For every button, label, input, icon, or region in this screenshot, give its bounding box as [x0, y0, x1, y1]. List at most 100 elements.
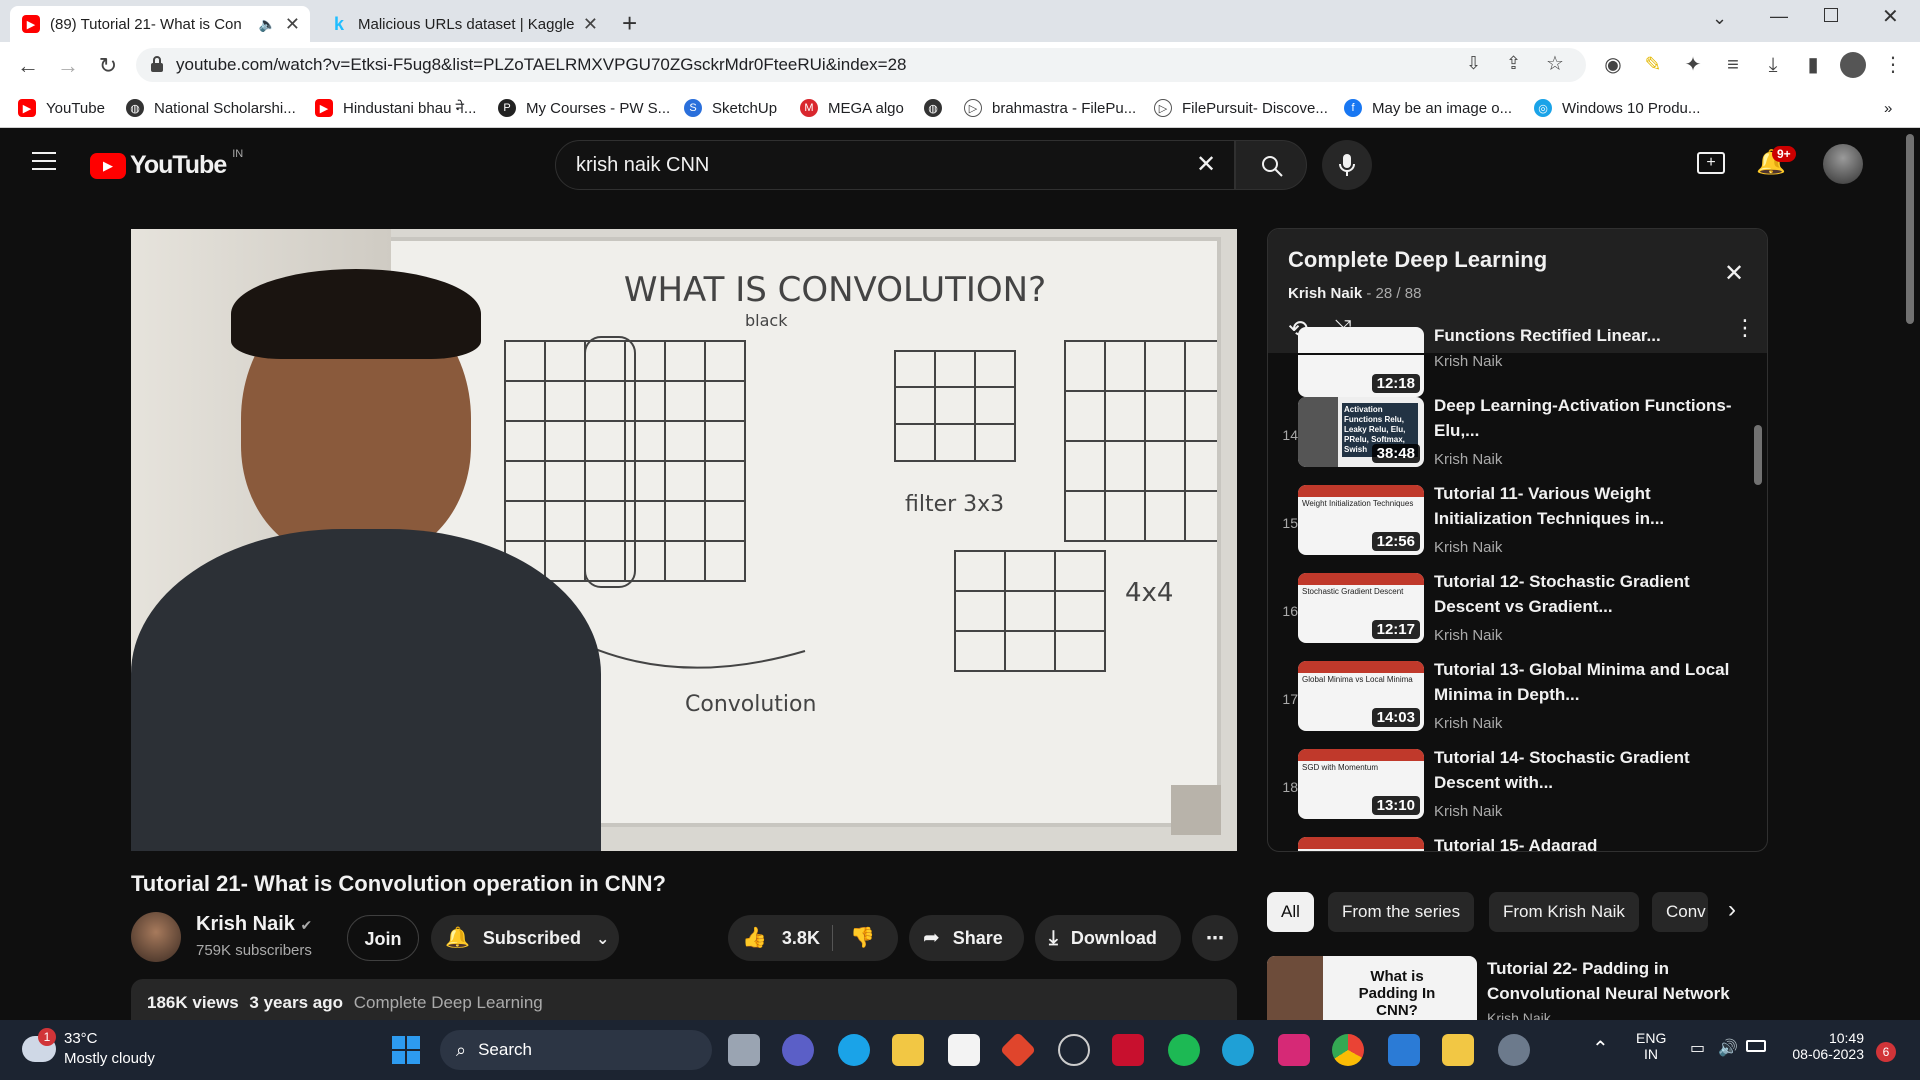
teams-chat-icon[interactable]	[782, 1034, 814, 1066]
description-box[interactable]: 186K views 3 years ago Complete Deep Lea…	[131, 979, 1237, 1020]
bookmark-mega[interactable]: M MEGA algo	[800, 96, 904, 120]
playlist-item[interactable]: 16 Stochastic Gradient Descent 12:17 Tuto…	[1268, 572, 1767, 661]
playlist-item[interactable]: 17 Global Minima vs Local Minima 14:03 Tu…	[1268, 660, 1767, 749]
bookmark-facebook[interactable]: f May be an image o...	[1344, 96, 1512, 120]
playlist-scrollbar[interactable]	[1754, 425, 1762, 485]
microsoft-store-icon[interactable]	[948, 1034, 980, 1066]
address-bar[interactable]: youtube.com/watch?v=Etksi-F5ug8&list=PLZ…	[136, 48, 1586, 82]
chip-from-series[interactable]: From the series	[1328, 892, 1475, 932]
recommended-title[interactable]: Tutorial 22- Padding in Convolutional Ne…	[1487, 956, 1747, 1006]
notification-center-badge[interactable]: 6	[1876, 1042, 1896, 1062]
search-button[interactable]	[1235, 140, 1307, 190]
obs-icon[interactable]	[1058, 1034, 1090, 1066]
playlist-item[interactable]: 15 Weight Initialization Techniques 12:56…	[1268, 484, 1767, 573]
download-button[interactable]: ⤓ Download	[1035, 915, 1181, 961]
bookmark-windows[interactable]: ◎ Windows 10 Produ...	[1534, 96, 1700, 120]
volume-icon[interactable]: 🔊	[1718, 1038, 1738, 1058]
side-panel-icon[interactable]: ▮	[1800, 52, 1826, 78]
window-close-icon[interactable]: ✕	[1882, 4, 1899, 29]
search-input[interactable]: krish naik CNN ✕	[555, 140, 1235, 190]
playlist-link[interactable]: Complete Deep Learning	[354, 993, 543, 1012]
hamburger-menu-icon[interactable]	[32, 152, 56, 170]
bookmark-scholarship[interactable]: ◍ National Scholarshi...	[126, 96, 296, 120]
taskbar-search[interactable]: ⌕ Search	[440, 1030, 712, 1070]
playlist-item[interactable]: Tutorial 15- Adagrad	[1268, 836, 1767, 851]
tab-close-icon[interactable]: ✕	[583, 14, 598, 35]
extensions-puzzle-icon[interactable]: ✦	[1680, 52, 1706, 78]
mcafee-icon[interactable]	[1112, 1034, 1144, 1066]
close-playlist-icon[interactable]: ✕	[1724, 259, 1744, 288]
bookmark-brahmastra[interactable]: ▷ brahmastra - FilePu...	[964, 96, 1136, 120]
playlist-item[interactable]: 18 SGD with Momentum 13:10 Tutorial 14- S…	[1268, 748, 1767, 837]
account-avatar[interactable]	[1823, 144, 1863, 184]
page-scrollbar[interactable]	[1906, 134, 1914, 324]
settings-gear-icon[interactable]	[1498, 1034, 1530, 1066]
channel-avatar[interactable]	[131, 912, 181, 962]
reload-icon[interactable]: ↻	[94, 52, 122, 80]
tray-chevron-up-icon[interactable]: ⌃	[1592, 1036, 1609, 1061]
forward-icon[interactable]: →	[54, 52, 82, 80]
share-button[interactable]: ➦ Share	[909, 915, 1024, 961]
chip-conv[interactable]: Conv	[1652, 892, 1708, 932]
sticky-notes-icon[interactable]	[1442, 1034, 1474, 1066]
bookmarks-overflow[interactable]: »	[1884, 96, 1892, 120]
taskbar-clock[interactable]: 10:49 08-06-2023	[1784, 1030, 1864, 1062]
youtube-logo[interactable]: ▶ YouTube IN	[90, 148, 243, 180]
video-player[interactable]: WHAT IS CONVOLUTION? white black 6x6 fil…	[131, 229, 1237, 851]
back-icon[interactable]: ←	[14, 52, 42, 80]
chips-next-chevron-icon[interactable]: ›	[1728, 896, 1736, 924]
downloads-icon[interactable]: ⤓	[1760, 52, 1786, 78]
like-button[interactable]: 👍 3.8K 👎	[728, 915, 898, 961]
menu-kebab-icon[interactable]: ⋮	[1880, 52, 1906, 78]
tab-close-icon[interactable]: ✕	[285, 14, 300, 35]
chrome-icon[interactable]	[1332, 1034, 1364, 1066]
more-actions-button[interactable]: ⋯	[1192, 915, 1238, 961]
create-video-icon[interactable]: +	[1697, 152, 1725, 174]
playlist-channel[interactable]: Krish Naik	[1288, 285, 1362, 302]
tab-kaggle[interactable]: k Malicious URLs dataset | Kaggle ✕	[318, 6, 608, 42]
profile-avatar[interactable]	[1840, 52, 1866, 78]
extension-pencil-icon[interactable]: ✎	[1640, 52, 1666, 78]
tab-youtube[interactable]: ▶ (89) Tutorial 21- What is Con 🔈 ✕	[10, 6, 310, 42]
minimize-icon[interactable]: —	[1770, 6, 1788, 27]
chip-from-krish-naik[interactable]: From Krish Naik	[1489, 892, 1639, 932]
bookmark-filepursuit[interactable]: ▷ FilePursuit- Discove...	[1154, 96, 1328, 120]
edge-icon[interactable]	[1222, 1034, 1254, 1066]
weather-temp[interactable]: 33°C	[64, 1030, 98, 1047]
playlist-title[interactable]: Complete Deep Learning	[1288, 247, 1547, 273]
windows-start-icon[interactable]	[390, 1034, 422, 1066]
media-list-icon[interactable]: ≡	[1720, 52, 1746, 78]
photos-app-icon[interactable]	[1388, 1034, 1420, 1066]
extension-icon[interactable]: ◉	[1600, 52, 1626, 78]
instagram-icon[interactable]	[1278, 1034, 1310, 1066]
weather-desc[interactable]: Mostly cloudy	[64, 1050, 155, 1067]
task-view-icon[interactable]	[728, 1034, 760, 1066]
recommended-thumbnail[interactable]: What is Padding In CNN?	[1267, 956, 1477, 1020]
file-explorer-icon[interactable]	[892, 1034, 924, 1066]
playlist-item[interactable]: 14 Activation Functions Relu, Leaky Relu…	[1268, 396, 1767, 485]
channel-name[interactable]: Krish Naik ✔	[196, 913, 312, 936]
spotify-icon[interactable]	[1168, 1034, 1200, 1066]
bookmark-youtube[interactable]: ▶ YouTube	[18, 96, 105, 120]
bookmark-globe[interactable]: ◍	[924, 96, 952, 120]
bookmark-hindustani[interactable]: ▶ Hindustani bhau ने...	[315, 96, 476, 120]
join-button[interactable]: Join	[347, 915, 419, 961]
bookmark-pw[interactable]: P My Courses - PW S...	[498, 96, 670, 120]
new-tab-icon[interactable]: +	[622, 8, 637, 39]
clear-search-icon[interactable]: ✕	[1196, 141, 1216, 189]
audio-playing-icon[interactable]: 🔈	[259, 16, 276, 33]
thumbs-down-icon[interactable]: 👎	[850, 915, 875, 961]
network-icon[interactable]: ▭	[1690, 1038, 1705, 1058]
subscribed-button[interactable]: 🔔 Subscribed ⌄	[431, 915, 619, 961]
share-icon[interactable]: ⇪	[1506, 53, 1521, 74]
chip-all[interactable]: All	[1267, 892, 1314, 932]
channel-watermark[interactable]	[1171, 785, 1221, 835]
maximize-icon[interactable]	[1824, 8, 1838, 22]
battery-icon[interactable]	[1746, 1040, 1766, 1052]
bookmark-star-icon[interactable]: ☆	[1546, 51, 1564, 76]
bookmark-sketchup[interactable]: S SketchUp	[684, 96, 777, 120]
language-indicator[interactable]: ENG IN	[1636, 1030, 1666, 1062]
install-icon[interactable]: ⇩	[1466, 53, 1481, 74]
tab-search-chevron-icon[interactable]: ⌄	[1712, 8, 1727, 29]
help-icon[interactable]	[838, 1034, 870, 1066]
